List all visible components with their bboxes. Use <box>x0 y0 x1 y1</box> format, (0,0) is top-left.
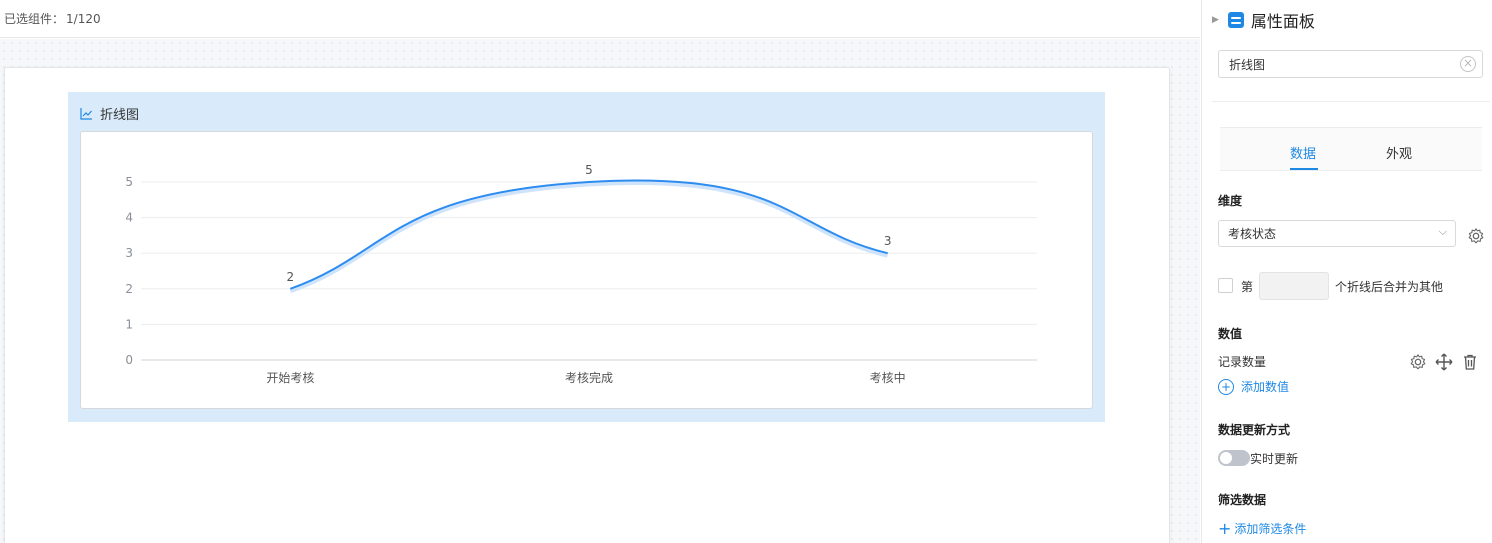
trash-icon[interactable] <box>1461 353 1479 371</box>
widget-title-text: 折线图 <box>100 108 140 123</box>
component-name-input[interactable]: 折线图 × <box>1218 50 1483 78</box>
divider <box>1212 101 1490 102</box>
line-chart: 0 1 2 3 4 5 开始考核 考核完成 考核中 2 5 3 <box>125 163 1037 385</box>
active-tab-indicator <box>1290 168 1318 170</box>
update-section-label: 数据更新方式 <box>1218 423 1291 437</box>
line-chart-widget[interactable]: 折线图 0 1 2 3 4 5 开始考核 考核完成 考核中 2 5 3 <box>68 92 1105 422</box>
merge-checkbox[interactable] <box>1218 278 1233 293</box>
line-chart-icon <box>80 108 92 120</box>
data-label: 5 <box>585 163 593 177</box>
dimension-label: 维度 <box>1218 194 1243 208</box>
component-name-value: 折线图 <box>1229 57 1266 72</box>
dimension-select[interactable]: 考核状态 ⌵ <box>1218 220 1456 247</box>
record-count-field: 记录数量 <box>1218 355 1267 369</box>
chart-area: 0 1 2 3 4 5 开始考核 考核完成 考核中 2 5 3 <box>80 131 1093 409</box>
y-tick-label: 0 <box>125 353 133 367</box>
add-value-button[interactable]: + 添加数值 <box>1218 378 1289 395</box>
move-icon[interactable] <box>1435 353 1453 371</box>
filter-section-label: 筛选数据 <box>1218 493 1267 507</box>
merge-count-input[interactable] <box>1259 272 1330 300</box>
dimension-settings-gear-icon[interactable] <box>1467 227 1485 245</box>
series-line <box>289 179 888 290</box>
gear-icon[interactable] <box>1409 353 1427 371</box>
tab-data[interactable]: 数据 <box>1290 143 1316 162</box>
realtime-update-toggle[interactable] <box>1218 450 1250 466</box>
series-line-shadow <box>289 179 889 294</box>
tab-appearance[interactable]: 外观 <box>1386 143 1412 162</box>
add-filter-button[interactable]: + 添加筛选条件 <box>1218 520 1306 537</box>
y-tick-label: 3 <box>125 246 133 260</box>
top-bar: 已选组件： 1/120 <box>0 0 1200 38</box>
value-section-label: 数值 <box>1218 327 1243 341</box>
data-label: 2 <box>287 270 295 284</box>
chevron-down-icon: ⌵ <box>1438 225 1447 238</box>
record-actions <box>1409 353 1479 371</box>
dimension-select-value: 考核状态 <box>1228 227 1277 241</box>
y-tick-label: 2 <box>125 282 133 296</box>
plus-icon: + <box>1218 518 1232 538</box>
x-tick-label: 考核完成 <box>565 370 613 385</box>
collapse-caret-icon[interactable]: ▶ <box>1212 15 1219 25</box>
add-filter-label: 添加筛选条件 <box>1234 522 1307 536</box>
settings-sliders-icon <box>1227 12 1244 28</box>
panel-header: ▶ 属性面板 <box>1212 8 1315 32</box>
merge-prefix: 第 <box>1241 279 1254 294</box>
widget-title: 折线图 <box>80 104 139 123</box>
merge-suffix: 个折线后合并为其他 <box>1335 279 1444 294</box>
add-value-label: 添加数值 <box>1241 380 1290 394</box>
panel-title: 属性面板 <box>1250 12 1315 31</box>
x-tick-label: 考核中 <box>870 370 906 385</box>
merge-row: 第 个折线后合并为其他 <box>1241 272 1443 300</box>
property-panel: ▶ 属性面板 折线图 × 数据 外观 维度 考核状态 ⌵ 第 个折线后合并为其他… <box>1201 0 1492 543</box>
clear-icon[interactable]: × <box>1460 56 1476 72</box>
realtime-update-label: 实时更新 <box>1250 452 1299 466</box>
data-label: 3 <box>884 234 892 248</box>
selected-components-label: 已选组件： <box>4 12 65 26</box>
x-tick-label: 开始考核 <box>266 371 314 385</box>
panel-tabs: 数据 外观 <box>1220 127 1482 171</box>
y-tick-label: 1 <box>125 317 133 331</box>
y-tick-label: 5 <box>125 175 133 189</box>
y-tick-label: 4 <box>125 211 133 225</box>
selected-components-count: 1/120 <box>66 11 101 26</box>
plus-circle-icon: + <box>1218 378 1234 395</box>
